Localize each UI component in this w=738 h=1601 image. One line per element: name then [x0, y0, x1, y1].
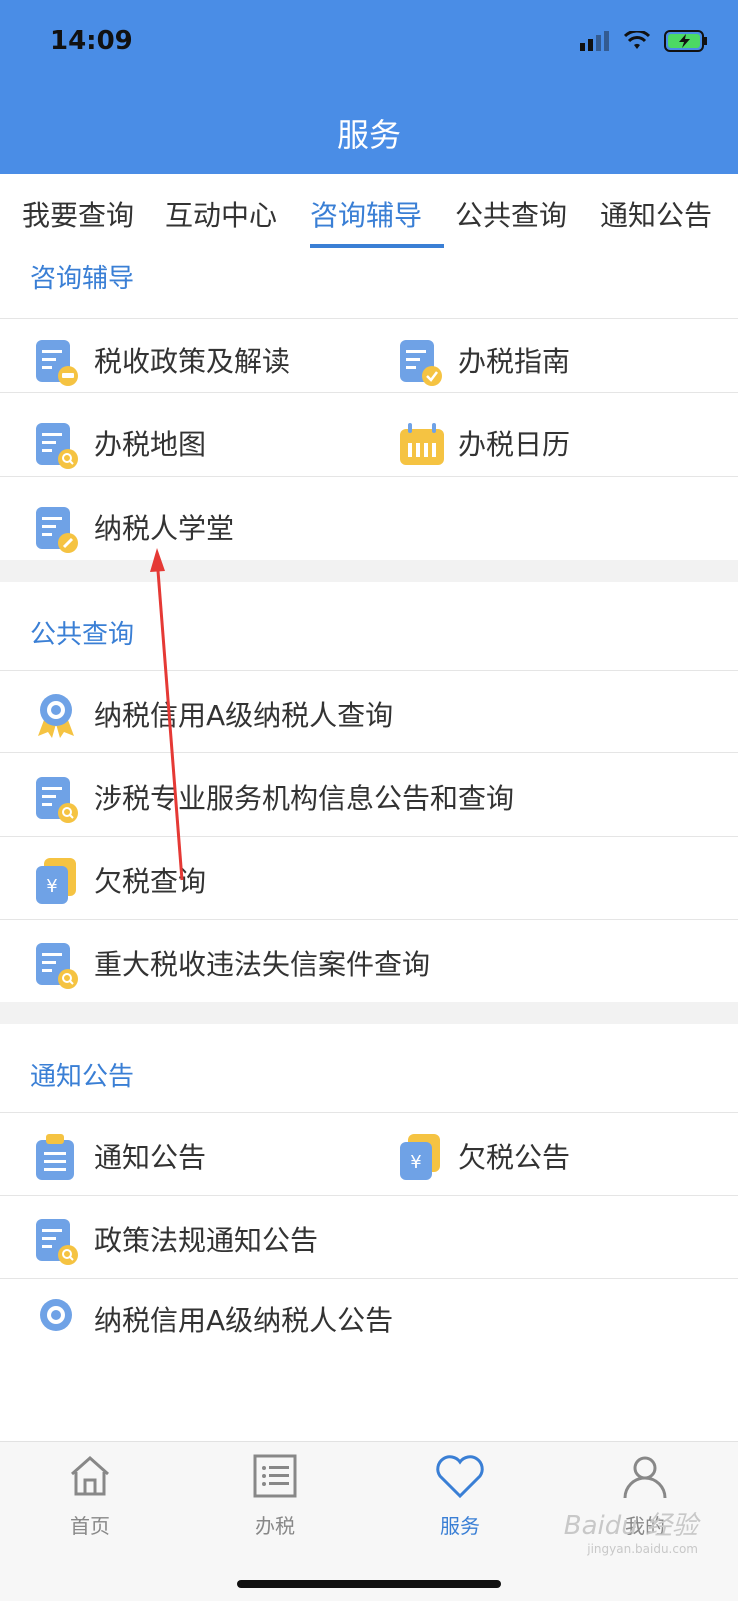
heart-icon	[436, 1455, 484, 1499]
nav-label: 服务	[440, 1514, 480, 1538]
nav-tax[interactable]: 办税	[215, 1452, 335, 1539]
watermark-url: jingyan.baidu.com	[587, 1542, 698, 1556]
annotation-arrow	[150, 548, 184, 881]
nav-service[interactable]: 服务	[400, 1452, 520, 1539]
home-indicator	[237, 1580, 501, 1588]
nav-label: 办税	[255, 1514, 295, 1538]
nav-home[interactable]: 首页	[30, 1452, 150, 1539]
watermark-logo: Baidu 经验	[563, 1511, 698, 1541]
list-icon	[253, 1454, 297, 1498]
user-icon	[623, 1456, 667, 1499]
nav-label: 首页	[70, 1514, 110, 1538]
home-icon	[71, 1455, 109, 1496]
